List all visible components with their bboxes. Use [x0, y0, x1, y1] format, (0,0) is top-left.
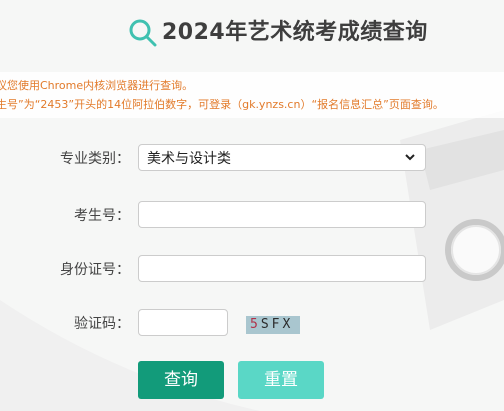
captcha-char-1: 5	[250, 317, 261, 332]
id-number-label: 身份证号：	[60, 262, 130, 278]
category-label: 专业类别：	[60, 151, 130, 167]
exam-number-input[interactable]	[138, 201, 426, 228]
notice-line-2: 生号”为“2453”开头的14位阿拉伯数字，可登录（gk.ynzs.cn）“报名…	[0, 98, 444, 111]
reset-button[interactable]: 重置	[238, 361, 324, 399]
notice-box: 议您使用Chrome内核浏览器进行查询。 生号”为“2453”开头的14位阿拉伯…	[0, 72, 504, 118]
notice-line-1: 议您使用Chrome内核浏览器进行查询。	[0, 79, 194, 92]
page-title: 2024年艺术统考成绩查询	[162, 20, 428, 45]
magnifier-icon	[445, 219, 504, 281]
chevron-down-icon	[405, 154, 415, 161]
header: 2024年艺术统考成绩查询	[0, 0, 504, 64]
captcha-chars-rest: SFX	[260, 317, 294, 332]
captcha-image[interactable]: 5SFX	[246, 316, 300, 334]
id-number-input[interactable]	[138, 255, 426, 282]
captcha-label: 验证码：	[74, 316, 130, 332]
category-selected-value: 美术与设计类	[147, 150, 231, 167]
search-icon	[129, 19, 157, 47]
captcha-input[interactable]	[138, 309, 228, 336]
query-button[interactable]: 查询	[138, 361, 224, 399]
exam-number-label: 考生号：	[74, 208, 130, 224]
category-select[interactable]: 美术与设计类	[138, 144, 426, 171]
